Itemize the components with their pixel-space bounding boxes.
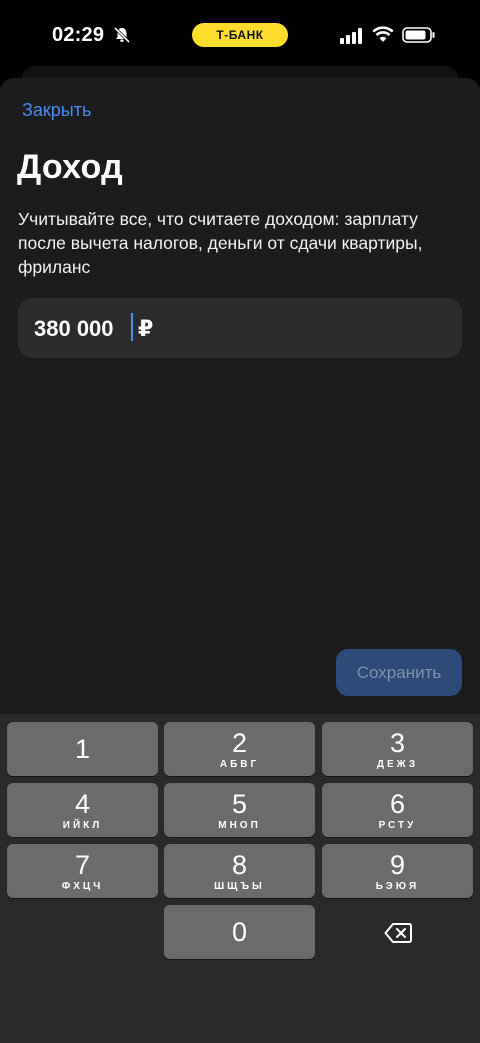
battery-icon (402, 27, 435, 43)
key-6[interactable]: 6 РСТУ (322, 783, 473, 837)
key-letters: ЬЭЮЯ (375, 881, 420, 892)
key-digit: 9 (389, 850, 406, 880)
key-digit: 4 (74, 789, 91, 819)
key-letters: ДЕЖЗ (376, 759, 419, 770)
key-9[interactable]: 9 ЬЭЮЯ (322, 844, 473, 898)
key-digit: 7 (74, 850, 91, 880)
page-title: Доход (17, 148, 124, 186)
key-digit: 3 (389, 728, 406, 758)
key-3[interactable]: 3 ДЕЖЗ (322, 722, 473, 776)
key-letters: ФХЦЧ (61, 881, 104, 892)
key-letters: РСТУ (378, 820, 417, 831)
income-description: Учитывайте все, что считаете доходом: за… (18, 209, 423, 277)
key-digit: 2 (231, 728, 248, 758)
key-digit: 0 (231, 917, 248, 947)
status-bar: 02:29 Т-БАНК (0, 0, 480, 70)
bell-muted-icon (113, 26, 131, 44)
key-1[interactable]: 1 (7, 722, 158, 776)
status-time: 02:29 (52, 24, 105, 46)
key-letters: ИЙКЛ (62, 820, 103, 831)
save-button[interactable]: Сохранить (336, 649, 462, 696)
amount-value: 380 000 (34, 316, 114, 341)
income-amount-input[interactable]: 380 000 ₽ (18, 298, 462, 358)
key-4[interactable]: 4 ИЙКЛ (7, 783, 158, 837)
key-digit: 5 (231, 789, 248, 819)
key-digit: 8 (231, 850, 248, 880)
key-letters: АБВГ (219, 759, 260, 770)
key-8[interactable]: 8 ШЩЪЫ (164, 844, 315, 898)
bank-pill[interactable]: Т-БАНК (192, 23, 288, 47)
key-digit: 1 (74, 734, 91, 764)
key-5[interactable]: 5 МНОП (164, 783, 315, 837)
key-digit: 6 (389, 789, 406, 819)
key-2[interactable]: 2 АБВГ (164, 722, 315, 776)
wifi-icon (372, 26, 394, 42)
key-letters: ШЩЪЫ (214, 881, 265, 892)
key-0[interactable]: 0 (164, 905, 315, 959)
text-caret (131, 313, 133, 341)
close-button[interactable]: Закрыть (22, 100, 91, 121)
backspace-icon[interactable] (384, 922, 412, 944)
key-7[interactable]: 7 ФХЦЧ (7, 844, 158, 898)
key-letters: МНОП (218, 820, 261, 831)
income-sheet: Закрыть Доход Учитывайте все, что считае… (0, 78, 480, 718)
currency-symbol: ₽ (138, 316, 154, 341)
signal-icon (340, 28, 362, 44)
